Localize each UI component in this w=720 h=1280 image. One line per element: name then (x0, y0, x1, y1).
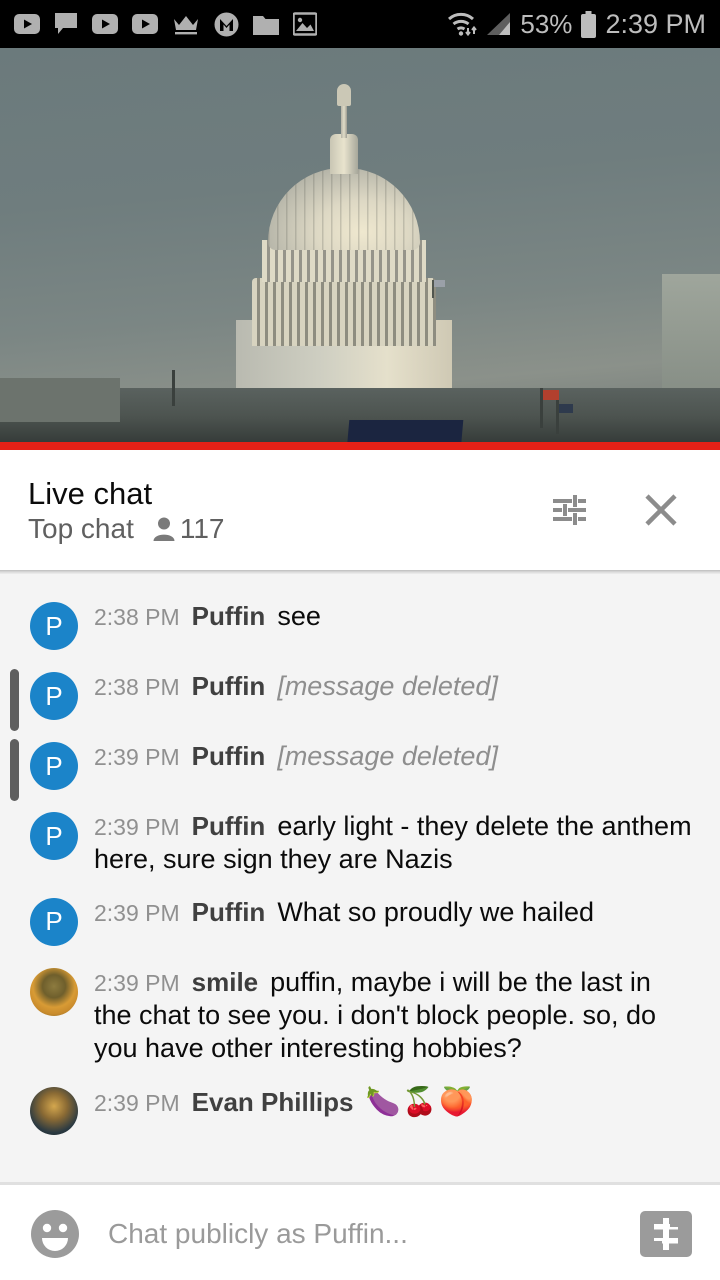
chat-settings-sliders-icon[interactable] (548, 489, 590, 531)
folder-icon (253, 14, 279, 35)
message-author[interactable]: Puffin (192, 671, 266, 701)
avatar-letter: P (45, 906, 63, 937)
message-body: What so proudly we hailed (277, 896, 594, 927)
clock-label: 2:39 PM (605, 8, 706, 39)
viewer-count-label: 117 (179, 512, 225, 544)
capitol-dome-ribs (268, 168, 420, 250)
flagpole-left (172, 370, 175, 406)
battery-percent-label: 53% (520, 8, 573, 39)
status-bar-system-icons: 53% 2:39 PM (446, 9, 706, 40)
message-text: 2:39 PM Puffin early light - they delete t… (94, 810, 694, 876)
close-icon[interactable] (640, 489, 682, 531)
message-body: see (277, 601, 321, 631)
avatar-letter: P (45, 750, 63, 781)
crown-icon (172, 13, 200, 35)
avatar[interactable]: P (30, 897, 78, 946)
emoji-smiley-icon[interactable] (28, 1207, 82, 1261)
list-item[interactable]: 2:39 PM Evan Phillips 🍆🍒🍑 (0, 1075, 720, 1145)
avatar[interactable]: P (30, 812, 78, 860)
message-author[interactable]: Puffin (192, 897, 266, 927)
m-badge-icon (214, 12, 239, 37)
avatar-letter: P (45, 610, 63, 641)
message-author[interactable]: smile (192, 967, 259, 997)
video-progress-bar[interactable] (0, 442, 720, 450)
avatar-letter: P (45, 680, 63, 711)
search-input[interactable]: Chat publicly as Puffin... (108, 1218, 408, 1250)
viewer-count-group: 117 (152, 512, 225, 544)
youtube-icon (92, 14, 118, 34)
message-timestamp: 2:38 PM (94, 674, 180, 700)
capitol-spire (341, 104, 347, 138)
message-author[interactable]: Evan Phillips (192, 1087, 354, 1117)
message-body: [message deleted] (277, 671, 498, 701)
message-timestamp: 2:39 PM (94, 899, 180, 926)
capitol-lantern (330, 134, 358, 174)
message-author[interactable]: Puffin (192, 601, 266, 631)
message-text: 2:38 PM Puffin [message deleted] (94, 670, 498, 703)
photo-icon (293, 12, 317, 36)
list-item[interactable]: P 2:39 PM Puffin early light - they delete… (0, 800, 720, 886)
list-item[interactable]: P 2:39 PM Puffin [message deleted] (0, 730, 720, 801)
chat-bubble-icon (54, 12, 78, 36)
avatar-letter: P (45, 820, 63, 851)
avatar[interactable]: P (30, 602, 78, 650)
message-text: 2:39 PM Puffin [message deleted] (94, 740, 498, 773)
avatar[interactable] (30, 967, 78, 1016)
phone-screen: 53% 2:39 PM Live chat Top chat 117 P 2:3… (0, 0, 720, 1280)
flagpole-center (540, 388, 559, 428)
message-timestamp: 2:39 PM (94, 814, 180, 840)
message-author[interactable]: Puffin (192, 811, 266, 841)
message-body: early light - they delete the anthem her… (94, 811, 692, 874)
list-item[interactable]: P 2:38 PM Puffin see (0, 590, 720, 660)
capitol-colonnade (252, 278, 436, 346)
avatar[interactable]: P (30, 672, 78, 720)
chat-mode-label[interactable]: Top chat (28, 514, 134, 543)
person-icon (152, 516, 176, 542)
us-capitol-building-image (0, 48, 720, 450)
list-item[interactable]: P 2:39 PM Puffin What so proudly we hailed (0, 886, 720, 956)
list-item[interactable]: 2:39 PM smile puffin, maybe i will be the … (0, 956, 720, 1075)
message-timestamp: 2:39 PM (94, 969, 180, 996)
avatar[interactable]: P (30, 742, 78, 790)
message-text: 2:39 PM smile puffin, maybe i will be the … (94, 966, 694, 1065)
avatar[interactable] (30, 1086, 78, 1135)
battery-icon (580, 10, 597, 38)
statue-of-freedom (337, 84, 351, 106)
youtube-icon (14, 14, 40, 34)
message-timestamp: 2:39 PM (94, 744, 180, 770)
dome-flag (432, 280, 445, 298)
message-emoji: 🍆🍒🍑 (365, 1085, 477, 1117)
live-chat-header: Live chat Top chat 117 (0, 450, 720, 570)
chat-input-bar: Chat publicly as Puffin... (0, 1185, 720, 1280)
chat-header-titles: Live chat Top chat 117 (28, 478, 225, 543)
message-text: 2:38 PM Puffin see (94, 600, 321, 633)
message-author[interactable]: Puffin (192, 741, 266, 771)
status-bar-notification-icons (14, 12, 317, 37)
page-title: Live chat (28, 475, 153, 511)
cell-signal-icon (486, 12, 512, 36)
wifi-icon (446, 11, 478, 37)
message-timestamp: 2:39 PM (94, 1089, 180, 1116)
super-chat-dollar-icon[interactable] (640, 1210, 692, 1257)
list-item[interactable]: P 2:38 PM Puffin [message deleted] (0, 660, 720, 731)
youtube-icon (132, 14, 158, 34)
video-player[interactable] (0, 48, 720, 450)
flagpole-right (556, 400, 573, 434)
message-text: 2:39 PM Evan Phillips 🍆🍒🍑 (94, 1085, 476, 1119)
chat-message-list[interactable]: P 2:38 PM Puffin see P 2:38 PM Puffin [messa… (0, 574, 720, 1182)
chat-header-subrow: Top chat 117 (28, 512, 225, 544)
message-timestamp: 2:38 PM (94, 604, 180, 630)
chat-header-actions (548, 489, 692, 531)
left-building (0, 378, 120, 422)
message-text: 2:39 PM Puffin What so proudly we hailed (94, 896, 594, 929)
status-bar: 53% 2:39 PM (0, 0, 720, 48)
message-body: [message deleted] (277, 741, 498, 771)
